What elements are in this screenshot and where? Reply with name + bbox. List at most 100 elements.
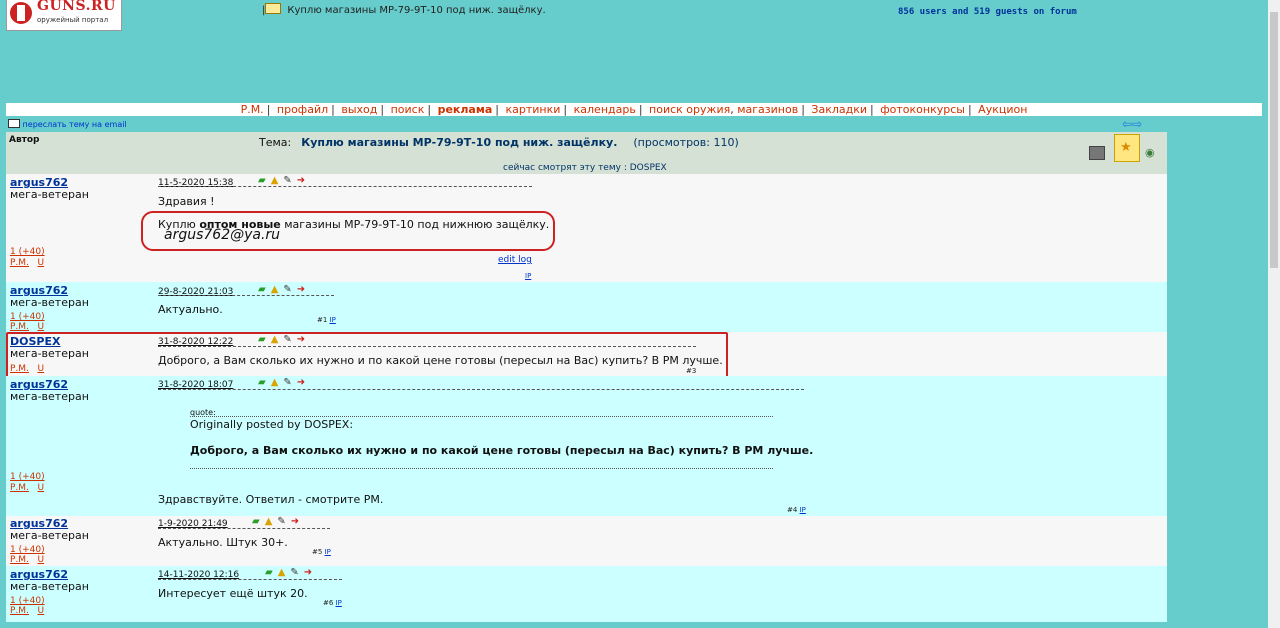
highlight-ellipse: [141, 211, 555, 251]
post-actions: ▰▲✎➜: [258, 175, 310, 186]
edit-icon[interactable]: ✎: [283, 377, 296, 388]
post-divider: [158, 528, 330, 529]
edit-log-link[interactable]: edit log: [498, 255, 532, 265]
main-nav: Р.М. | профайл | выход | поиск | реклама | ка…: [6, 103, 1262, 116]
arrow-right-icon[interactable]: ⇨: [1132, 117, 1142, 131]
post-greeting: Здравия !: [158, 195, 215, 208]
report-icon[interactable]: ➜: [297, 377, 310, 388]
post-reputation[interactable]: 1 (+40): [10, 247, 45, 257]
post-actions: ▰▲✎➜: [258, 284, 310, 295]
edit-icon[interactable]: ✎: [283, 175, 296, 186]
breadcrumb-topic[interactable]: Куплю магазины МР-79-9Т-10 под ниж. защё…: [287, 5, 545, 16]
nav-photo-contests[interactable]: фотоконкурсы: [880, 103, 965, 116]
nav-shops[interactable]: магазинов: [737, 103, 798, 116]
reply-quote-icon[interactable]: ▰: [265, 567, 278, 578]
logo-name: GUNS.RU: [37, 0, 116, 14]
nav-calendar[interactable]: календарь: [574, 103, 636, 116]
topic-heading: Тема: Куплю магазины МР-79-9Т-10 под ниж.…: [259, 136, 739, 149]
user-link[interactable]: U: [38, 483, 45, 493]
user-link[interactable]: U: [38, 606, 45, 616]
post-text: Актуально. Штук 30+.: [158, 536, 288, 549]
reply-quote-icon[interactable]: ▰: [258, 175, 271, 186]
arrow-left-icon[interactable]: ⇦: [1122, 117, 1132, 131]
pm-link[interactable]: Р.М.: [10, 606, 29, 616]
post-divider: [158, 579, 342, 580]
post-reputation[interactable]: 1 (+40): [10, 312, 45, 322]
nav-profile[interactable]: профайл: [277, 103, 328, 116]
nav-gun-search[interactable]: поиск оружия: [649, 103, 730, 116]
warning-icon[interactable]: ▲: [271, 377, 284, 388]
watching-now: сейчас смотрят эту тему : DOSPEX: [503, 163, 667, 173]
highlight-rectangle: [6, 332, 728, 378]
folder-icon: [265, 3, 282, 14]
forward-email-link[interactable]: переслать тему на email: [23, 120, 127, 129]
post-actions: ▰▲✎➜: [265, 567, 317, 578]
reply-quote-icon[interactable]: ▰: [252, 516, 265, 527]
report-icon[interactable]: ➜: [291, 516, 304, 527]
nav-logout[interactable]: выход: [341, 103, 377, 116]
post-number[interactable]: #5 IP: [312, 548, 331, 556]
site-logo[interactable]: GUNS.RU оружейный портал: [6, 0, 122, 31]
edit-icon[interactable]: ✎: [277, 516, 290, 527]
nav-auction[interactable]: Аукцион: [978, 103, 1027, 116]
pm-link[interactable]: Р.М.: [10, 322, 29, 332]
edit-icon[interactable]: ✎: [283, 284, 296, 295]
post-text: Здравствуйте. Ответил - смотрите РМ.: [158, 493, 384, 506]
nav-pictures[interactable]: картинки: [506, 103, 561, 116]
author-column-label: Автор: [9, 135, 40, 145]
post-pm-links: Р.М. U: [10, 555, 44, 565]
warning-icon[interactable]: ▲: [271, 175, 284, 186]
post-reputation[interactable]: 1 (+40): [10, 596, 45, 606]
reply-quote-icon[interactable]: ▰: [258, 284, 271, 295]
quote-text: Доброго, а Вам сколько их нужно и по как…: [190, 444, 814, 457]
online-count: 856 users and 519 guests on forum: [898, 7, 1077, 17]
nav-ads[interactable]: реклама: [438, 103, 493, 116]
logo-mark-icon: [10, 2, 32, 24]
ip-link[interactable]: IP: [525, 272, 531, 280]
warning-icon[interactable]: ▲: [271, 284, 284, 295]
post-pm-links: Р.М. U: [10, 483, 44, 493]
nav-bookmarks[interactable]: Закладки: [811, 103, 867, 116]
nav-search[interactable]: поиск: [391, 103, 425, 116]
post-rank: мега-ветеран: [10, 529, 89, 542]
nav-pm[interactable]: Р.М.: [241, 103, 264, 116]
scrollbar-thumb[interactable]: [1270, 12, 1278, 268]
favorite-star-icon[interactable]: [1114, 134, 1140, 162]
report-icon[interactable]: ➜: [297, 284, 310, 295]
reply-quote-icon[interactable]: ▰: [258, 377, 271, 388]
report-icon[interactable]: ➜: [304, 567, 317, 578]
user-link[interactable]: U: [38, 258, 45, 268]
post-rank: мега-ветеран: [10, 390, 89, 403]
quote-bottom-rule: [190, 468, 773, 469]
report-icon[interactable]: ➜: [297, 175, 310, 186]
watch-eye-icon[interactable]: ◉: [1145, 146, 1155, 159]
post-actions: ▰▲✎➜: [252, 516, 304, 527]
post-number[interactable]: #1 IP: [317, 316, 336, 324]
user-link[interactable]: U: [38, 322, 45, 332]
warning-icon[interactable]: ▲: [278, 567, 291, 578]
post-reputation[interactable]: 1 (+40): [10, 545, 45, 555]
quote-top-rule: [190, 416, 773, 417]
edit-icon[interactable]: ✎: [290, 567, 303, 578]
post-text: Актуально.: [158, 303, 223, 316]
envelope-icon: [8, 119, 20, 128]
pm-link[interactable]: Р.М.: [10, 258, 29, 268]
post-reputation[interactable]: 1 (+40): [10, 472, 45, 482]
print-icon[interactable]: [1089, 146, 1105, 160]
warning-icon[interactable]: ▲: [265, 516, 278, 527]
pm-link[interactable]: Р.М.: [10, 483, 29, 493]
post-pm-links: Р.М. U: [10, 322, 44, 332]
post-number[interactable]: #4 IP: [787, 506, 806, 514]
post-rank: мега-ветеран: [10, 580, 89, 593]
user-link[interactable]: U: [38, 555, 45, 565]
forward-topic: переслать тему на email: [8, 119, 127, 129]
post-number[interactable]: #6 IP: [323, 599, 342, 607]
post-actions: ▰▲✎➜: [258, 377, 310, 388]
post-divider: [158, 186, 532, 187]
pm-link[interactable]: Р.М.: [10, 555, 29, 565]
post-divider: [158, 295, 334, 296]
page-scrollbar[interactable]: [1268, 0, 1280, 628]
quote-origin: Originally posted by DOSPEX:: [190, 418, 354, 431]
topic-nav-arrows: ⇦⇨: [1122, 117, 1142, 131]
topic-breadcrumb: | Куплю магазины МР-79-9Т-10 под ниж. защ…: [262, 3, 546, 16]
